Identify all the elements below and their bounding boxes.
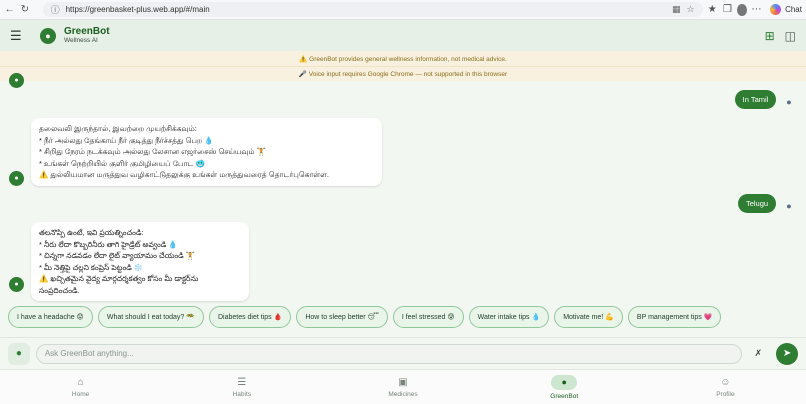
nav-home-label: Home (71, 390, 90, 398)
clear-history-icon[interactable]: ◫ (785, 29, 796, 43)
composer: ● ✗ ➤ (0, 337, 806, 369)
nav-greenbot[interactable]: ● GreenBot (484, 370, 645, 404)
browser-toolbar: ← ↻ ⓘ https://greenbasket-plus.web.app/#… (0, 0, 806, 20)
nav-home[interactable]: ⌂ Home (0, 370, 161, 404)
site-info-icon[interactable]: ⓘ (51, 3, 60, 16)
bot-avatar: ● (9, 277, 24, 292)
extensions-icon[interactable]: ❒ (722, 3, 733, 17)
chip-headache[interactable]: I have a headache 😟 (8, 306, 93, 328)
user-avatar-icon: ● (786, 201, 792, 211)
send-button[interactable]: ➤ (776, 342, 799, 365)
bot-message-bubble: తలనొప్పి ఉంటే, ఇవి ప్రయత్నించండి: * నీరు… (31, 222, 249, 301)
nav-greenbot-label: GreenBot (550, 392, 579, 400)
bot-message-line: * చిన్నగా నడవడం లేదా లైట్ వ్యాయామం చేయండ… (39, 251, 196, 260)
bot-message-line: ⚠️ ఖచ్చితమైన వైద్య మార్గదర్శకత్వం కోసం మ… (39, 274, 199, 295)
nav-medicines-label: Medicines (388, 390, 418, 398)
bot-message-line: * నీరు లేదా కొబ్బరినీరు తాగి హైడ్రేట్ అవ… (39, 239, 178, 249)
url-text: https://greenbasket-plus.web.app/#/main (65, 5, 210, 14)
chip-eat-today[interactable]: What should I eat today? 🥗 (97, 306, 204, 328)
more-menu-icon[interactable]: ⋯ (751, 3, 762, 17)
robot-icon: ● (551, 374, 578, 390)
user-message-bubble: Telugu (738, 194, 776, 213)
suggestion-chips: I have a headache 😟 What should I eat to… (8, 306, 722, 328)
apps-icon[interactable]: ▦ (672, 4, 681, 15)
bot-message-line: * உங்கள் நெற்றியில் குளிர் குமிழியைப் போ… (39, 158, 205, 168)
chip-stressed[interactable]: I feel stressed 😰 (392, 306, 464, 328)
back-icon[interactable]: ← (4, 3, 15, 17)
nav-habits[interactable]: ☰ Habits (161, 370, 322, 404)
bot-message-line: * நீர் அல்லது தேங்காய் நீர் குடித்து நீர… (39, 135, 214, 145)
bot-message-line: * మీ నెత్తిపై చల్లని కంప్రెస్ పెట్టండి ❄… (39, 262, 144, 272)
copilot-chat-label: Chat (785, 5, 802, 14)
medicine-icon: ▣ (398, 376, 408, 388)
person-icon: ☺ (720, 376, 731, 388)
bot-message-line: ⚠️ துல்லியமான மருத்துவ வழிகாட்டுதலுக்கு … (39, 170, 330, 179)
copilot-icon (770, 4, 782, 15)
nav-medicines[interactable]: ▣ Medicines (322, 370, 483, 404)
nav-profile-label: Profile (716, 390, 735, 398)
chat-messages[interactable]: ● In Tamil ● தலைவலி இருந்தால், இவற்றை மு… (0, 73, 806, 302)
user-message-bubble: In Tamil (735, 90, 776, 109)
speaker-muted-icon[interactable]: ✗ (750, 346, 766, 362)
greenbot-logo-icon: ● (40, 27, 56, 44)
bot-message-line: தலைவலி இருந்தால், இவற்றை முயற்சிக்கவும்: (39, 124, 197, 133)
checklist-icon: ☰ (237, 376, 247, 388)
home-icon: ⌂ (77, 376, 84, 388)
hamburger-menu-icon[interactable]: ☰ (10, 28, 28, 44)
send-icon: ➤ (782, 348, 792, 359)
voice-notice: 🎤 Voice input requires Google Chrome — n… (0, 66, 806, 81)
disclaimer-notice: ⚠️ GreenBot provides general wellness in… (0, 51, 806, 66)
favorite-star-icon[interactable]: ☆ (686, 4, 694, 15)
chip-motivate[interactable]: Motivate me! 💪 (554, 306, 623, 328)
profile-avatar-icon[interactable] (737, 3, 747, 16)
address-bar[interactable]: ⓘ https://greenbasket-plus.web.app/#/mai… (42, 2, 703, 17)
chip-water-intake[interactable]: Water intake tips 💧 (468, 306, 550, 328)
nav-habits-label: Habits (232, 390, 252, 398)
message-input[interactable] (35, 343, 743, 364)
copilot-chat-button[interactable]: Chat (770, 4, 802, 15)
chip-sleep-better[interactable]: How to sleep better 😴 (296, 306, 388, 328)
bot-avatar: ● (9, 73, 24, 88)
reload-icon[interactable]: ↻ (19, 3, 30, 17)
favorites-icon[interactable]: ★ (707, 3, 718, 17)
app-subtitle: Wellness AI (64, 37, 98, 45)
mic-button[interactable]: ● (8, 342, 30, 365)
user-avatar-icon: ● (786, 97, 792, 107)
bot-avatar: ● (9, 171, 24, 186)
bot-message-line: * சிறிது நேரம் நடக்கவும் அல்லது லேசான எஜ… (39, 147, 266, 156)
chip-diabetes-diet[interactable]: Diabetes diet tips 🩸 (208, 306, 292, 328)
app-header: ☰ ● GreenBot Wellness AI ⊞ ◫ (0, 20, 806, 51)
nav-profile[interactable]: ☺ Profile (645, 370, 806, 404)
bot-message-line: తలనొప్పి ఉంటే, ఇవి ప్రయత్నించండి: (39, 228, 144, 237)
bot-message-bubble: தலைவலி இருந்தால், இவற்றை முயற்சிக்கவும்:… (31, 118, 382, 186)
chip-bp-management[interactable]: BP management tips 💗 (627, 306, 722, 328)
brand: GreenBot Wellness AI (64, 26, 110, 44)
microphone-icon: ● (15, 348, 22, 359)
new-chat-icon[interactable]: ⊞ (765, 29, 775, 43)
bottom-navigation: ⌂ Home ☰ Habits ▣ Medicines ● GreenBot ☺… (0, 369, 806, 404)
app-title: GreenBot (64, 26, 110, 38)
